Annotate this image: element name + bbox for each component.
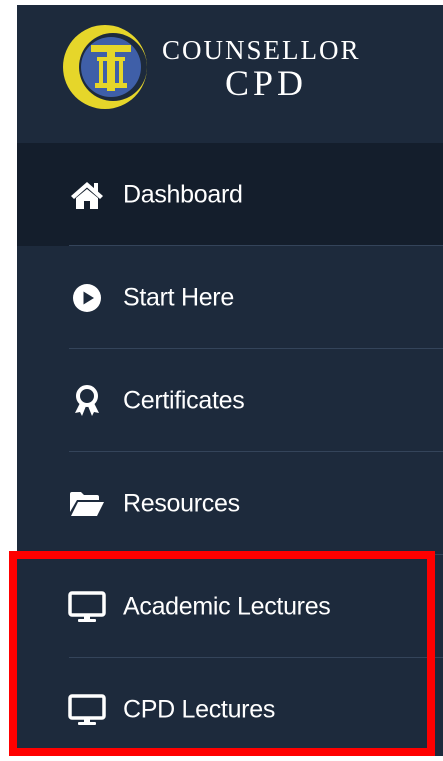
sidebar-nav: Dashboard Start Here Certificates Resour… [17,143,443,761]
nav-item-label: Start Here [123,283,234,311]
nav-item-academic-lectures[interactable]: Academic Lectures [17,555,443,658]
nav-item-cpd-lectures[interactable]: CPD Lectures [17,658,443,761]
nav-item-label: Dashboard [123,180,243,208]
counsellor-cpd-logo-icon [63,25,147,109]
nav-item-label: CPD Lectures [123,695,276,723]
nav-item-certificates[interactable]: Certificates [17,349,443,452]
nav-item-label: Resources [123,489,240,517]
nav-item-label: Certificates [123,386,245,414]
play-circle-icon [67,281,107,315]
nav-item-start-here[interactable]: Start Here [17,246,443,349]
sidebar: COUNSELLOR CPD Dashboard Start Here Cert… [17,5,443,756]
logo-area[interactable]: COUNSELLOR CPD [17,5,443,143]
folder-open-icon [67,487,107,521]
desktop-icon [67,590,107,624]
nav-item-resources[interactable]: Resources [17,452,443,555]
award-icon [67,384,107,418]
home-icon [67,178,107,212]
nav-item-dashboard[interactable]: Dashboard [17,143,443,246]
nav-item-label: Academic Lectures [123,592,331,620]
brand-name-line1: COUNSELLOR [162,35,361,65]
brand-name-line2: CPD [225,63,308,103]
desktop-icon [67,693,107,727]
